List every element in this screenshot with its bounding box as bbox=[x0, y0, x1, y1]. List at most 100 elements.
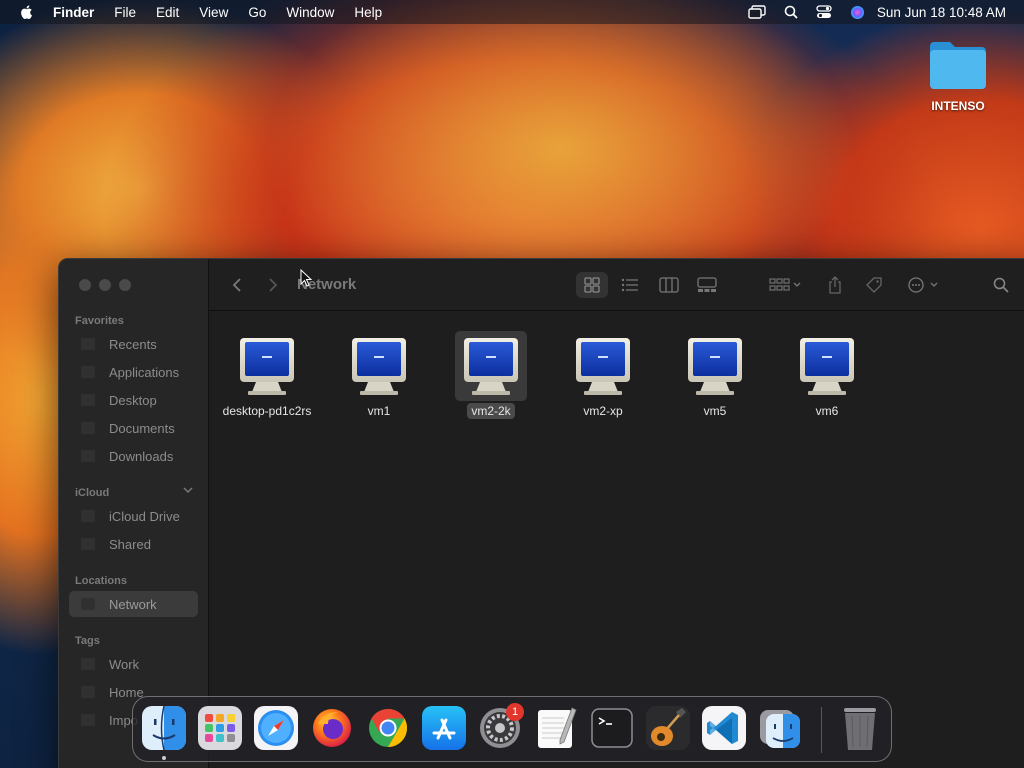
zoom-window-button[interactable] bbox=[119, 279, 131, 291]
safari-compass-icon bbox=[254, 706, 298, 750]
tags-button[interactable] bbox=[862, 272, 886, 298]
menu-edit[interactable]: Edit bbox=[156, 5, 179, 20]
sidebar-item-downloads[interactable]: Downloads bbox=[69, 443, 198, 469]
sidebar-item-shared[interactable]: Shared bbox=[69, 531, 198, 557]
sidebar-item-icloud-drive[interactable]: iCloud Drive bbox=[69, 503, 198, 529]
gallery-icon bbox=[697, 277, 717, 292]
applications-icon bbox=[81, 366, 95, 378]
dock-firefox[interactable] bbox=[309, 705, 355, 751]
desktop-icon bbox=[81, 394, 95, 406]
mouse-cursor-icon bbox=[300, 269, 312, 287]
sidebar-item-label: Applications bbox=[109, 364, 180, 380]
spotlight-search-icon[interactable] bbox=[784, 5, 798, 19]
desktop-folder-label: INTENSO bbox=[931, 99, 985, 113]
menu-clock[interactable]: Sun Jun 18 10:48 AM bbox=[877, 5, 1006, 20]
computer-monitor-icon bbox=[231, 331, 303, 401]
more-actions-button[interactable] bbox=[905, 272, 945, 298]
forward-button[interactable] bbox=[263, 272, 283, 298]
sidebar-item-label: Documents bbox=[109, 420, 175, 436]
list-view-button[interactable] bbox=[614, 272, 646, 298]
control-center-icon[interactable] bbox=[816, 5, 832, 19]
network-computer-item-selected[interactable]: vm2-2k bbox=[435, 331, 547, 420]
item-name: vm5 bbox=[703, 404, 727, 418]
search-button[interactable] bbox=[989, 272, 1013, 298]
computer-monitor-icon bbox=[343, 331, 415, 401]
dock-launchpad[interactable] bbox=[197, 705, 243, 751]
dock-safari[interactable] bbox=[253, 705, 299, 751]
minimize-window-button[interactable] bbox=[99, 279, 111, 291]
dock-terminal[interactable] bbox=[589, 705, 635, 751]
item-name: vm2-xp bbox=[583, 404, 623, 418]
running-indicator bbox=[162, 756, 166, 760]
notification-badge: 1 bbox=[506, 703, 524, 721]
sidebar-item-label: iCloud Drive bbox=[109, 508, 180, 524]
dock-garageband[interactable] bbox=[645, 705, 691, 751]
gallery-view-button[interactable] bbox=[691, 272, 723, 298]
sidebar-item-label: Recents bbox=[109, 336, 157, 352]
siri-icon[interactable] bbox=[850, 5, 865, 20]
icon-view-button[interactable] bbox=[576, 272, 608, 298]
dock-trash[interactable] bbox=[837, 705, 883, 751]
share-button[interactable] bbox=[823, 272, 847, 298]
menu-view[interactable]: View bbox=[199, 5, 228, 20]
dock-finder-secondary[interactable] bbox=[757, 705, 803, 751]
network-computer-item[interactable]: vm2-xp bbox=[547, 331, 659, 420]
dock-chrome[interactable] bbox=[365, 705, 411, 751]
close-window-button[interactable] bbox=[79, 279, 91, 291]
tag-dot-icon bbox=[81, 686, 95, 698]
sidebar-item-documents[interactable]: Documents bbox=[69, 415, 198, 441]
clock-icon bbox=[81, 338, 95, 350]
folder-icon bbox=[930, 42, 986, 89]
app-store-icon bbox=[422, 706, 466, 750]
computer-monitor-icon bbox=[791, 331, 863, 401]
menu-help[interactable]: Help bbox=[354, 5, 382, 20]
dock-separator bbox=[821, 707, 822, 753]
sidebar-item-label: Downloads bbox=[109, 448, 174, 464]
sidebar-item-tag-work[interactable]: Work bbox=[69, 651, 198, 677]
dock-textedit[interactable] bbox=[533, 705, 579, 751]
grid-icon bbox=[584, 277, 600, 293]
chevron-left-icon bbox=[232, 278, 241, 292]
sidebar-item-recents[interactable]: Recents bbox=[69, 331, 198, 357]
finder-window: Favorites Recents Applications Desktop D… bbox=[58, 258, 1024, 768]
dock-finder[interactable] bbox=[141, 705, 187, 751]
chrome-icon bbox=[369, 708, 408, 748]
sidebar-item-desktop[interactable]: Desktop bbox=[69, 387, 198, 413]
back-button[interactable] bbox=[227, 272, 247, 298]
column-view-button[interactable] bbox=[653, 272, 685, 298]
finder-sidebar: Favorites Recents Applications Desktop D… bbox=[59, 259, 209, 768]
columns-icon bbox=[659, 277, 679, 293]
computer-monitor-icon bbox=[455, 331, 527, 401]
window-controls bbox=[79, 279, 139, 291]
tag-icon bbox=[866, 277, 882, 293]
guitar-icon bbox=[646, 706, 690, 750]
chevron-down-icon[interactable] bbox=[183, 486, 193, 494]
tag-dot-icon bbox=[81, 658, 95, 670]
network-computer-item[interactable]: vm1 bbox=[323, 331, 435, 420]
sidebar-item-applications[interactable]: Applications bbox=[69, 359, 198, 385]
dock: 1 bbox=[132, 696, 892, 762]
dock-vscode[interactable] bbox=[701, 705, 747, 751]
item-name: vm6 bbox=[815, 404, 839, 418]
menu-go[interactable]: Go bbox=[248, 5, 266, 20]
desktop-folder-intenso[interactable]: INTENSO bbox=[918, 38, 998, 113]
sidebar-item-network[interactable]: Network bbox=[69, 591, 198, 617]
group-grid-icon bbox=[769, 278, 801, 291]
sidebar-section-locations: Locations bbox=[75, 575, 127, 587]
screen-mirroring-icon[interactable] bbox=[748, 5, 766, 19]
finder-face-icon bbox=[142, 706, 186, 750]
network-computer-item[interactable]: desktop-pd1c2rs bbox=[211, 331, 323, 420]
computer-monitor-icon bbox=[679, 331, 751, 401]
sidebar-item-label: Home bbox=[109, 684, 144, 700]
share-icon bbox=[829, 276, 841, 294]
network-computer-item[interactable]: vm6 bbox=[771, 331, 883, 420]
vscode-icon bbox=[702, 706, 746, 750]
menu-window[interactable]: Window bbox=[286, 5, 334, 20]
menu-file[interactable]: File bbox=[114, 5, 136, 20]
dock-app-store[interactable] bbox=[421, 705, 467, 751]
network-computer-item[interactable]: vm5 bbox=[659, 331, 771, 420]
group-by-button[interactable] bbox=[765, 272, 805, 298]
finder-face-icon bbox=[760, 710, 800, 748]
apple-menu-icon[interactable] bbox=[19, 4, 35, 20]
menu-app-name[interactable]: Finder bbox=[53, 5, 94, 20]
